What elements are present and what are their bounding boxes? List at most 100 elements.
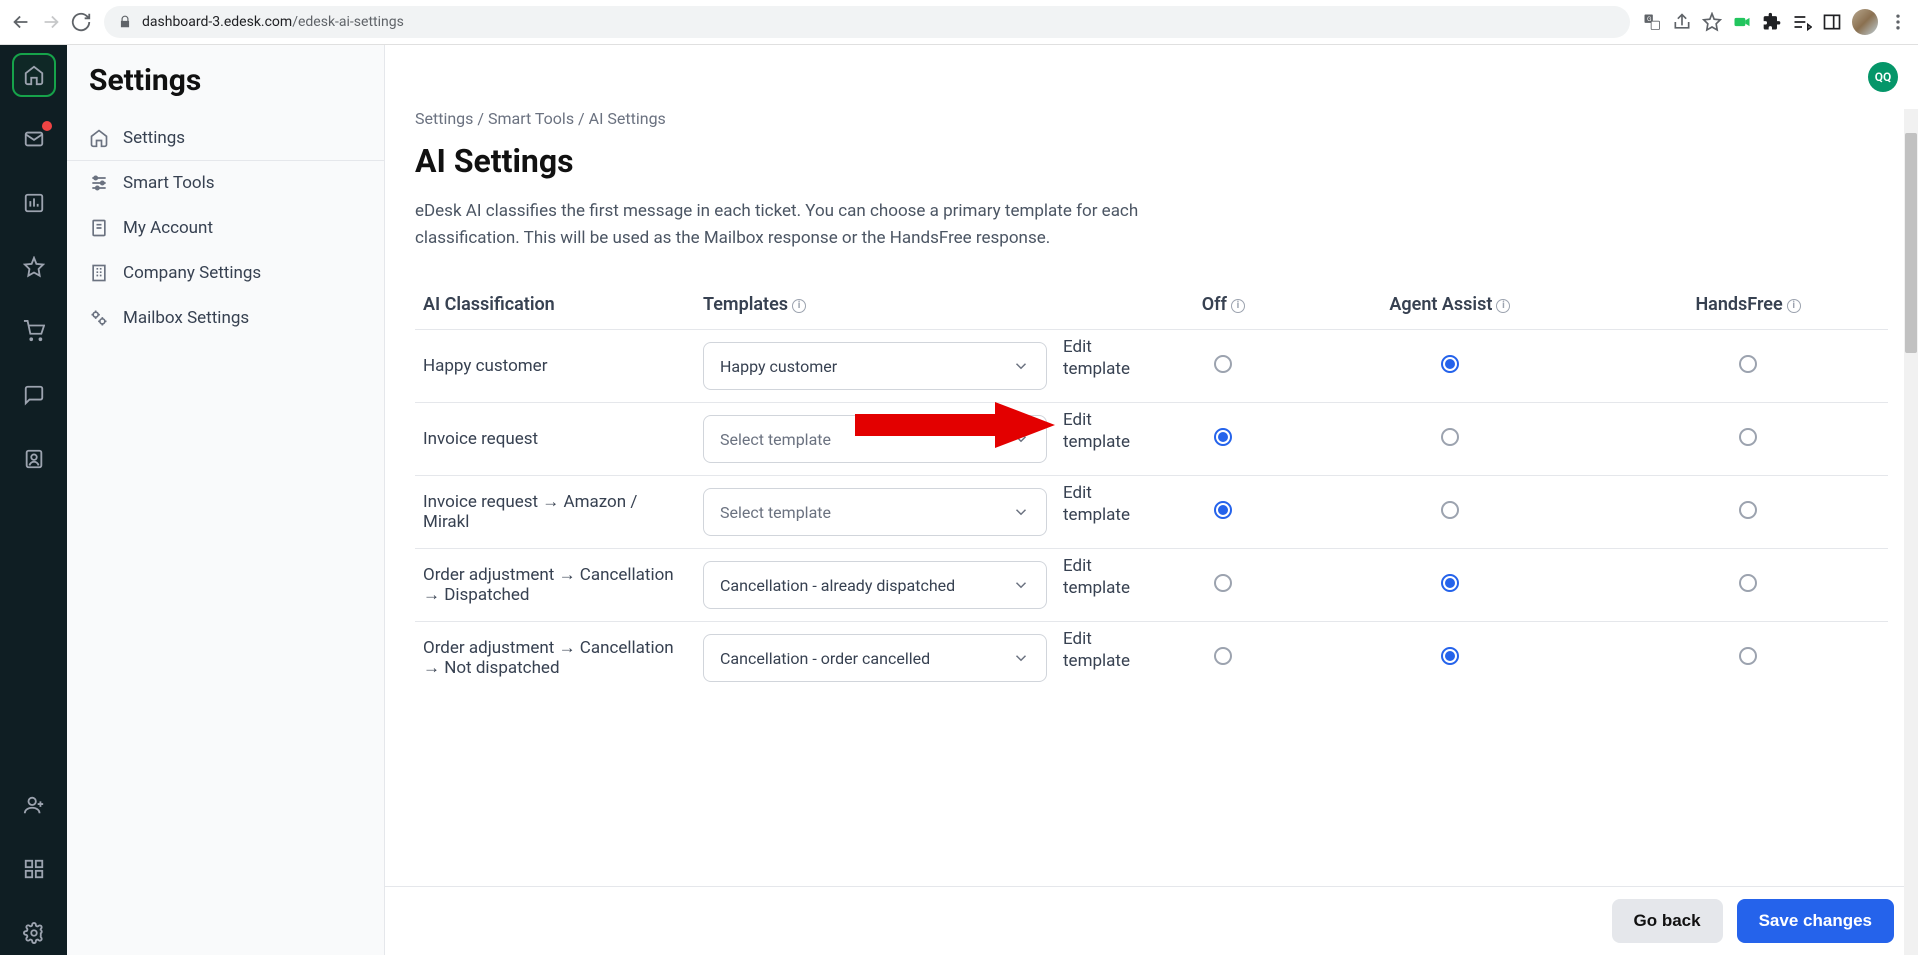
radio-handsfree[interactable]: [1739, 647, 1757, 665]
edit-template-link[interactable]: Edit template: [1055, 476, 1155, 549]
rail-chart[interactable]: [12, 181, 56, 225]
share-icon[interactable]: [1672, 12, 1692, 32]
classification-name: Happy customer: [415, 330, 695, 403]
notification-dot: [42, 121, 52, 131]
chevron-down-icon: [1012, 430, 1030, 448]
app-rail: [0, 45, 67, 955]
radio-off[interactable]: [1214, 355, 1232, 373]
rail-contact[interactable]: [12, 437, 56, 481]
info-icon[interactable]: i: [792, 299, 806, 313]
rail-home[interactable]: [12, 53, 56, 97]
col-classification: AI Classification: [415, 280, 695, 330]
col-off: Offi: [1155, 280, 1292, 330]
address-bar[interactable]: dashboard-3.edesk.com/edesk-ai-settings: [104, 6, 1630, 38]
browser-chrome: dashboard-3.edesk.com/edesk-ai-settings …: [0, 0, 1918, 45]
gears-icon: [89, 308, 109, 328]
classification-table: AI Classification Templatesi Offi Agent …: [415, 280, 1888, 694]
sidebar-item-label: My Account: [123, 218, 213, 238]
sidebar-item-settings[interactable]: Settings: [67, 116, 384, 161]
panel-icon[interactable]: [1822, 12, 1842, 32]
chevron-down-icon: [1012, 576, 1030, 594]
translate-icon[interactable]: G: [1642, 12, 1662, 32]
crumb[interactable]: AI Settings: [589, 109, 666, 128]
crumb[interactable]: Smart Tools: [488, 109, 574, 128]
puzzle-icon[interactable]: [1762, 12, 1782, 32]
radio-off[interactable]: [1214, 647, 1232, 665]
edit-template-link[interactable]: Edit template: [1055, 403, 1155, 476]
rail-settings[interactable]: [12, 911, 56, 955]
camera-ext-icon[interactable]: [1732, 12, 1752, 32]
scrollbar[interactable]: [1904, 109, 1918, 955]
account-icon: [89, 218, 109, 238]
rail-cart[interactable]: [12, 309, 56, 353]
table-row: Happy customerHappy customerEdit templat…: [415, 330, 1888, 403]
table-row: Order adjustment → Cancellation → Not di…: [415, 622, 1888, 695]
sidebar-item-mailbox-settings[interactable]: Mailbox Settings: [67, 296, 384, 341]
topbar: QQ: [385, 45, 1918, 109]
profile-avatar[interactable]: [1852, 9, 1878, 35]
go-back-button[interactable]: Go back: [1612, 899, 1723, 943]
radio-handsfree[interactable]: [1739, 428, 1757, 446]
template-select[interactable]: Select template: [703, 415, 1047, 463]
edit-template-link[interactable]: Edit template: [1055, 622, 1155, 695]
table-row: Order adjustment → Cancellation → Dispat…: [415, 549, 1888, 622]
menu-icon[interactable]: [1888, 12, 1908, 32]
info-icon[interactable]: i: [1496, 299, 1510, 313]
template-select[interactable]: Cancellation - already dispatched: [703, 561, 1047, 609]
edit-template-link[interactable]: Edit template: [1055, 549, 1155, 622]
save-changes-button[interactable]: Save changes: [1737, 899, 1894, 943]
radio-agent[interactable]: [1441, 501, 1459, 519]
crumb[interactable]: Settings: [415, 109, 473, 128]
breadcrumbs: Settings / Smart Tools / AI Settings: [415, 109, 1888, 128]
radio-handsfree[interactable]: [1739, 355, 1757, 373]
svg-text:G: G: [1647, 15, 1652, 23]
rail-add-user[interactable]: [12, 783, 56, 827]
sidebar-item-label: Smart Tools: [123, 173, 215, 193]
sidebar-item-smart-tools[interactable]: Smart Tools: [67, 161, 384, 206]
sidebar-item-my-account[interactable]: My Account: [67, 206, 384, 251]
reload-icon[interactable]: [70, 11, 92, 33]
back-icon[interactable]: [10, 11, 32, 33]
classification-name: Order adjustment → Cancellation → Not di…: [415, 622, 695, 695]
template-select[interactable]: Happy customer: [703, 342, 1047, 390]
chevron-down-icon: [1012, 649, 1030, 667]
url-text: dashboard-3.edesk.com/edesk-ai-settings: [142, 14, 404, 30]
sidebar-title: Settings: [67, 63, 384, 116]
radio-off[interactable]: [1214, 428, 1232, 446]
col-handsfree: HandsFreei: [1608, 280, 1888, 330]
radio-agent[interactable]: [1441, 428, 1459, 446]
rail-mail[interactable]: [12, 117, 56, 161]
rail-apps[interactable]: [12, 847, 56, 891]
table-row: Invoice request → Amazon / MiraklSelect …: [415, 476, 1888, 549]
star-icon[interactable]: [1702, 12, 1722, 32]
radio-off[interactable]: [1214, 574, 1232, 592]
radio-handsfree[interactable]: [1739, 501, 1757, 519]
rail-chat[interactable]: [12, 373, 56, 417]
info-icon[interactable]: i: [1787, 299, 1801, 313]
col-templates: Templatesi: [695, 280, 1055, 330]
playlist-icon[interactable]: [1792, 12, 1812, 32]
page-description: eDesk AI classifies the first message in…: [415, 198, 1235, 252]
rail-star[interactable]: [12, 245, 56, 289]
radio-agent[interactable]: [1441, 574, 1459, 592]
user-avatar-badge[interactable]: QQ: [1868, 62, 1898, 92]
chevron-down-icon: [1012, 503, 1030, 521]
sidebar-item-label: Settings: [123, 128, 185, 148]
radio-agent[interactable]: [1441, 355, 1459, 373]
forward-icon[interactable]: [40, 11, 62, 33]
template-select[interactable]: Select template: [703, 488, 1047, 536]
scrollbar-thumb[interactable]: [1905, 133, 1917, 353]
sidebar-item-label: Mailbox Settings: [123, 308, 249, 328]
template-select[interactable]: Cancellation - order cancelled: [703, 634, 1047, 682]
edit-template-link[interactable]: Edit template: [1055, 330, 1155, 403]
radio-handsfree[interactable]: [1739, 574, 1757, 592]
lock-icon: [118, 15, 132, 29]
classification-name: Invoice request → Amazon / Mirakl: [415, 476, 695, 549]
sidebar-item-label: Company Settings: [123, 263, 261, 283]
info-icon[interactable]: i: [1231, 299, 1245, 313]
sidebar-item-company-settings[interactable]: Company Settings: [67, 251, 384, 296]
radio-off[interactable]: [1214, 501, 1232, 519]
radio-agent[interactable]: [1441, 647, 1459, 665]
settings-sidebar: Settings Settings Smart Tools My Account…: [67, 45, 385, 955]
col-agent-assist: Agent Assisti: [1292, 280, 1608, 330]
